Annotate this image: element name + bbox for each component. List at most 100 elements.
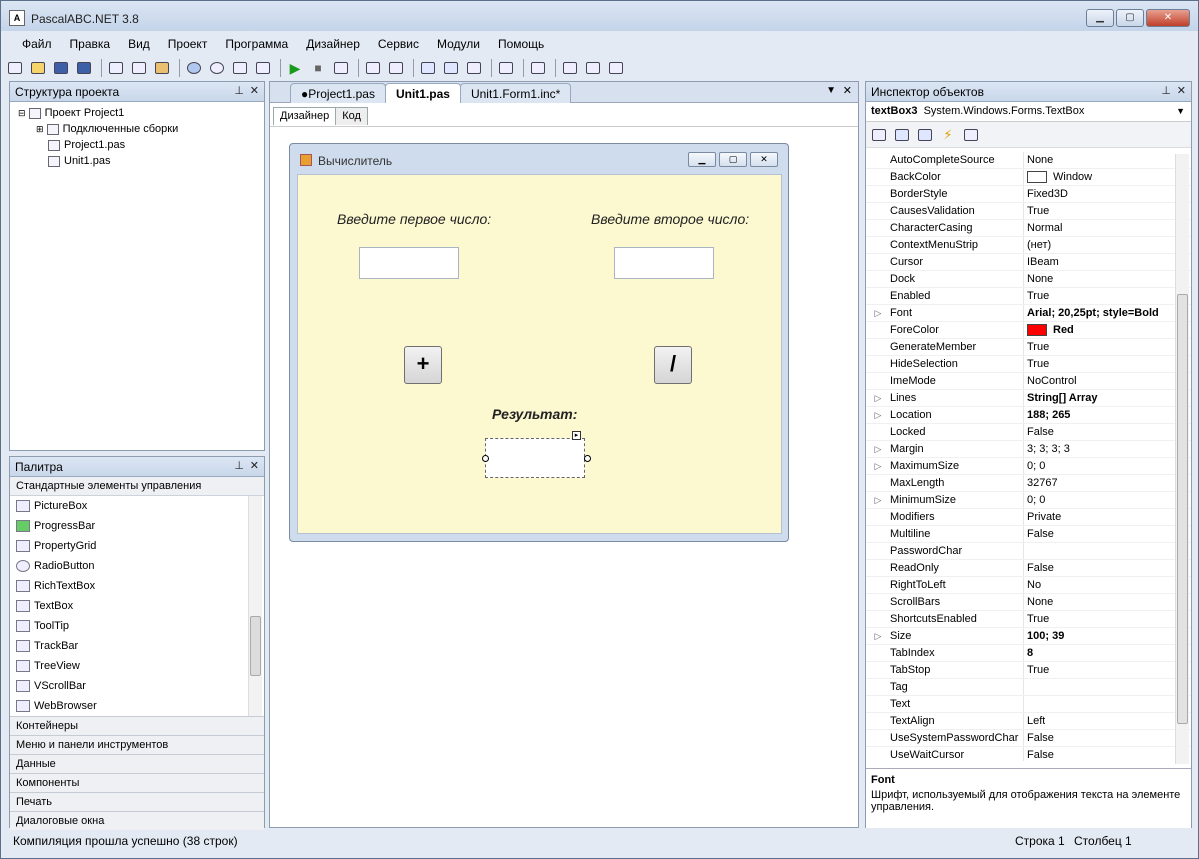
- run-icon[interactable]: ▶: [285, 59, 305, 77]
- tree-project-file[interactable]: Project1.pas: [18, 137, 256, 153]
- property-value[interactable]: None: [1024, 271, 1053, 287]
- property-row[interactable]: ▷ Location 188; 265: [866, 407, 1191, 424]
- property-row[interactable]: Enabled True: [866, 288, 1191, 305]
- property-value[interactable]: True: [1024, 203, 1049, 219]
- text-icon[interactable]: [441, 59, 461, 77]
- property-value[interactable]: Window: [1024, 169, 1092, 185]
- menu-service[interactable]: Сервис: [369, 34, 428, 54]
- resize-handle[interactable]: [482, 455, 489, 462]
- plus-button[interactable]: +: [404, 346, 442, 384]
- stop-icon[interactable]: ■: [308, 59, 328, 77]
- palette-category[interactable]: Меню и панели инструментов: [10, 735, 264, 754]
- property-row[interactable]: MaxLength 32767: [866, 475, 1191, 492]
- palette-category[interactable]: Контейнеры: [10, 716, 264, 735]
- redo-icon[interactable]: [207, 59, 227, 77]
- menu-file[interactable]: Файл: [13, 34, 61, 54]
- property-row[interactable]: ▷ MinimumSize 0; 0: [866, 492, 1191, 509]
- tab-designer[interactable]: Дизайнер: [273, 107, 337, 125]
- property-row[interactable]: ForeColor Red: [866, 322, 1191, 339]
- close-icon[interactable]: ✕: [1177, 84, 1186, 97]
- property-row[interactable]: ▷ Margin 3; 3; 3; 3: [866, 441, 1191, 458]
- expand-icon[interactable]: ▷: [866, 628, 890, 644]
- label-result[interactable]: Результат:: [492, 406, 577, 422]
- menu-project[interactable]: Проект: [159, 34, 217, 54]
- property-row[interactable]: Modifiers Private: [866, 509, 1191, 526]
- palette-item[interactable]: PropertyGrid: [14, 536, 264, 556]
- tab-code[interactable]: Код: [335, 107, 368, 125]
- property-value[interactable]: (нет): [1024, 237, 1051, 253]
- tree-assemblies[interactable]: ⊞ Подключенные сборки: [18, 121, 256, 137]
- tree-unit-file[interactable]: Unit1.pas: [18, 153, 256, 169]
- menu-help[interactable]: Помощь: [489, 34, 553, 54]
- property-row[interactable]: TabIndex 8: [866, 645, 1191, 662]
- close-icon[interactable]: ✕: [250, 84, 259, 97]
- expand-icon[interactable]: ▷: [866, 441, 890, 457]
- property-row[interactable]: PasswordChar: [866, 543, 1191, 560]
- designer-form[interactable]: Вычислитель ▁ ▢ ✕ Введите первое число: …: [289, 143, 789, 542]
- menu-program[interactable]: Программа: [216, 34, 297, 54]
- property-value[interactable]: 3; 3; 3; 3: [1024, 441, 1070, 457]
- property-row[interactable]: UseWaitCursor False: [866, 747, 1191, 761]
- pin-icon[interactable]: ⊥: [234, 459, 244, 472]
- categorized-icon[interactable]: [869, 126, 889, 144]
- indent-icon[interactable]: [253, 59, 273, 77]
- label-second-number[interactable]: Введите второе число:: [591, 211, 749, 227]
- property-value[interactable]: Private: [1024, 509, 1061, 525]
- property-value[interactable]: 0; 0: [1024, 492, 1045, 508]
- property-row[interactable]: Locked False: [866, 424, 1191, 441]
- property-value[interactable]: False: [1024, 730, 1054, 746]
- property-row[interactable]: CharacterCasing Normal: [866, 220, 1191, 237]
- alphabetical-icon[interactable]: [892, 126, 912, 144]
- property-row[interactable]: Multiline False: [866, 526, 1191, 543]
- palette-item[interactable]: ToolTip: [14, 616, 264, 636]
- menu-designer[interactable]: Дизайнер: [297, 34, 369, 54]
- palette-category[interactable]: Диалоговые окна: [10, 811, 264, 830]
- property-value[interactable]: [1024, 543, 1027, 559]
- property-value[interactable]: False: [1024, 560, 1054, 576]
- property-value[interactable]: 100; 39: [1024, 628, 1064, 644]
- palette-category[interactable]: Данные: [10, 754, 264, 773]
- property-row[interactable]: RightToLeft No: [866, 577, 1191, 594]
- code-icon[interactable]: [528, 59, 548, 77]
- close-tab-icon[interactable]: ✕: [843, 84, 852, 97]
- property-row[interactable]: Cursor IBeam: [866, 254, 1191, 271]
- object-selector[interactable]: textBox3 System.Windows.Forms.TextBox ▼: [866, 102, 1191, 122]
- property-value[interactable]: False: [1024, 424, 1054, 440]
- property-row[interactable]: UseSystemPasswordChar False: [866, 730, 1191, 747]
- console-icon[interactable]: [418, 59, 438, 77]
- menu-view[interactable]: Вид: [119, 34, 159, 54]
- outdent-icon[interactable]: [230, 59, 250, 77]
- property-scrollbar[interactable]: [1175, 154, 1189, 764]
- property-row[interactable]: ImeMode NoControl: [866, 373, 1191, 390]
- expand-icon[interactable]: ▷: [866, 407, 890, 423]
- textbox-second[interactable]: [614, 247, 714, 279]
- expand-icon[interactable]: ▷: [866, 458, 890, 474]
- maximize-button[interactable]: ▢: [1116, 9, 1144, 27]
- menu-edit[interactable]: Правка: [61, 34, 120, 54]
- property-row[interactable]: ReadOnly False: [866, 560, 1191, 577]
- step-into-icon[interactable]: [363, 59, 383, 77]
- events-icon[interactable]: ⚡: [938, 126, 958, 144]
- palette-item[interactable]: RichTextBox: [14, 576, 264, 596]
- property-value[interactable]: None: [1024, 594, 1053, 610]
- tree-project[interactable]: ⊟ Проект Project1: [18, 105, 256, 121]
- palette-item[interactable]: TrackBar: [14, 636, 264, 656]
- property-row[interactable]: AutoCompleteSource None: [866, 152, 1191, 169]
- palette-item[interactable]: TextBox: [14, 596, 264, 616]
- tab-project1[interactable]: ●Project1.pas: [290, 83, 386, 103]
- cut-icon[interactable]: [106, 59, 126, 77]
- palette-item[interactable]: RadioButton: [14, 556, 264, 576]
- palette-category[interactable]: Компоненты: [10, 773, 264, 792]
- undo-icon[interactable]: [184, 59, 204, 77]
- property-value[interactable]: True: [1024, 662, 1049, 678]
- tree-icon[interactable]: [583, 59, 603, 77]
- property-value[interactable]: True: [1024, 356, 1049, 372]
- expand-icon[interactable]: ▷: [866, 492, 890, 508]
- property-row[interactable]: HideSelection True: [866, 356, 1191, 373]
- menu-modules[interactable]: Модули: [428, 34, 489, 54]
- tab-list-icon[interactable]: ▼: [826, 85, 836, 96]
- property-row[interactable]: ScrollBars None: [866, 594, 1191, 611]
- close-icon[interactable]: ✕: [250, 459, 259, 472]
- property-row[interactable]: ContextMenuStrip (нет): [866, 237, 1191, 254]
- property-value[interactable]: False: [1024, 747, 1054, 761]
